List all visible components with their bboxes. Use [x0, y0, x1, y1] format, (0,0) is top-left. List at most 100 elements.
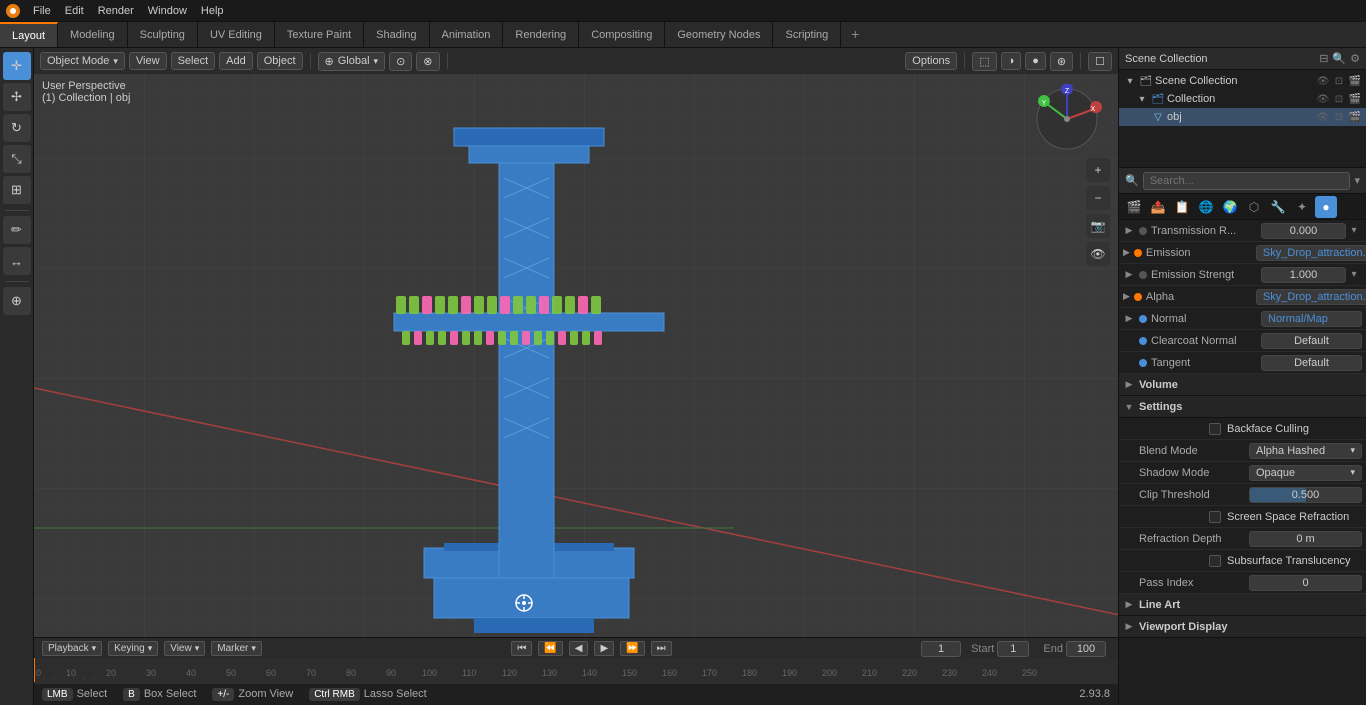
start-frame-input[interactable] — [997, 641, 1029, 657]
tab-animation[interactable]: Animation — [430, 22, 504, 47]
object-menu-btn[interactable]: Object — [257, 52, 303, 70]
properties-search-input[interactable] — [1143, 172, 1351, 190]
viewport-canvas[interactable] — [34, 48, 1118, 705]
emission-link[interactable]: Sky_Drop_attraction... — [1256, 245, 1366, 261]
props-output-icon[interactable]: 📤 — [1147, 196, 1169, 218]
coll-render-btn[interactable]: 🎬 — [1348, 92, 1362, 106]
outliner-settings-icon[interactable]: ⚙ — [1350, 52, 1360, 65]
select-menu-btn[interactable]: Select — [171, 52, 216, 70]
tab-scripting[interactable]: Scripting — [773, 22, 841, 47]
prev-keyframe-btn[interactable]: ⏪ — [538, 641, 562, 656]
menu-file[interactable]: File — [26, 3, 58, 19]
shadow-mode-select[interactable]: Opaque ▾ — [1249, 465, 1362, 481]
viewport-shading-material[interactable]: ● — [1025, 52, 1046, 70]
outliner-row-scene-collection[interactable]: ▾ 🗂 Scene Collection 👁 ⊡ 🎬 — [1119, 72, 1366, 90]
coll-select-btn[interactable]: ⊡ — [1332, 92, 1346, 106]
outliner-row-obj[interactable]: ▽ obj 👁 ⊡ 🎬 — [1119, 108, 1366, 126]
menu-render[interactable]: Render — [91, 3, 141, 19]
line-art-section-header[interactable]: ▶ Line Art — [1119, 594, 1366, 616]
settings-section-header[interactable]: ▼ Settings — [1119, 396, 1366, 418]
end-frame-input[interactable] — [1066, 641, 1106, 657]
tab-rendering[interactable]: Rendering — [503, 22, 579, 47]
restrict-select-btn[interactable]: ⊡ — [1332, 74, 1346, 88]
tab-compositing[interactable]: Compositing — [579, 22, 665, 47]
tool-annotate[interactable]: ✏ — [3, 216, 31, 244]
alpha-link[interactable]: Sky_Drop_attraction... — [1256, 289, 1366, 305]
tool-cursor[interactable]: ✛ — [3, 52, 31, 80]
clip-threshold-value[interactable]: 0.500 — [1249, 487, 1362, 503]
options-btn[interactable]: Options — [905, 52, 957, 70]
props-view-layer-icon[interactable]: 📋 — [1171, 196, 1193, 218]
view-menu-btn[interactable]: View — [129, 52, 167, 70]
subsurface-translucency-checkbox[interactable] — [1209, 555, 1221, 567]
viewport-shading-wire[interactable]: ⬚ — [972, 52, 996, 71]
emission-strength-value[interactable]: 1.000 — [1261, 267, 1346, 283]
tool-add-cube[interactable]: ⊕ — [3, 287, 31, 315]
normal-expand[interactable]: ▶ — [1123, 313, 1135, 325]
viewport-area[interactable]: Object Mode View Select Add Object ⊕ Glo… — [34, 48, 1118, 705]
props-material-icon[interactable]: ● — [1315, 196, 1337, 218]
keying-dropdown[interactable]: Keying — [108, 641, 158, 656]
xray-toggle[interactable]: ☐ — [1088, 52, 1112, 71]
proportional-btn[interactable]: ⊗ — [416, 52, 439, 71]
props-render-icon[interactable]: 🎬 — [1123, 196, 1145, 218]
menu-window[interactable]: Window — [141, 3, 194, 19]
transmission-expand[interactable]: ▶ — [1123, 225, 1135, 237]
tab-shading[interactable]: Shading — [364, 22, 429, 47]
jump-to-end-btn[interactable]: ⏭ — [651, 641, 672, 656]
viewport-eye[interactable]: 👁 — [1086, 242, 1110, 266]
refraction-depth-value[interactable]: 0 m — [1249, 531, 1362, 547]
next-keyframe-btn[interactable]: ⏩ — [620, 641, 644, 656]
transform-space-dropdown[interactable]: ⊕ Global — [318, 52, 386, 71]
props-particles-icon[interactable]: ✦ — [1291, 196, 1313, 218]
volume-section-header[interactable]: ▶ Volume — [1119, 374, 1366, 396]
marker-dropdown[interactable]: Marker — [211, 641, 262, 656]
snap-btn[interactable]: ⊙ — [389, 52, 412, 71]
outliner-search-icon[interactable]: 🔍 — [1332, 52, 1346, 65]
tab-modeling[interactable]: Modeling — [58, 22, 128, 47]
blend-mode-select[interactable]: Alpha Hashed ▾ — [1249, 443, 1362, 459]
playback-dropdown[interactable]: Playback — [42, 641, 102, 656]
obj-viewport-btn[interactable]: 👁 — [1316, 110, 1330, 124]
obj-select-btn[interactable]: ⊡ — [1332, 110, 1346, 124]
restrict-render-btn[interactable]: 🎬 — [1348, 74, 1362, 88]
emission-strength-expand[interactable]: ▶ — [1123, 269, 1135, 281]
coll-viewport-btn[interactable]: 👁 — [1316, 92, 1330, 106]
props-world-icon[interactable]: 🌍 — [1219, 196, 1241, 218]
pass-index-value[interactable]: 0 — [1249, 575, 1362, 591]
props-modifier-icon[interactable]: 🔧 — [1267, 196, 1289, 218]
props-object-icon[interactable]: ⬡ — [1243, 196, 1265, 218]
reverse-play-btn[interactable]: ◀ — [569, 641, 589, 656]
props-filter-btn[interactable]: ▾ — [1354, 174, 1360, 187]
tangent-value[interactable]: Default — [1261, 355, 1362, 371]
tool-measure[interactable]: ↔ — [3, 247, 31, 275]
normal-value[interactable]: Normal/Map — [1261, 311, 1362, 327]
navigation-gizmo[interactable]: X Y Z — [1032, 84, 1102, 154]
tab-uv-editing[interactable]: UV Editing — [198, 22, 275, 47]
emission-strength-extra[interactable]: ▾ — [1346, 269, 1362, 280]
viewport-zoom-in[interactable]: + — [1086, 158, 1110, 182]
current-frame-input[interactable] — [921, 641, 961, 657]
obj-render-btn[interactable]: 🎬 — [1348, 110, 1362, 124]
screen-space-refraction-checkbox[interactable] — [1209, 511, 1221, 523]
viewport-display-section-header[interactable]: ▶ Viewport Display — [1119, 616, 1366, 638]
tab-add-button[interactable]: + — [841, 22, 869, 47]
clearcoat-normal-value[interactable]: Default — [1261, 333, 1362, 349]
add-menu-btn[interactable]: Add — [219, 52, 253, 70]
tool-scale[interactable]: ⤡ — [3, 145, 31, 173]
timeline-ruler[interactable]: 0 10 20 30 40 50 60 70 80 90 100 110 120… — [34, 660, 1118, 684]
tool-rotate[interactable]: ↻ — [3, 114, 31, 142]
viewport-camera[interactable]: 📷 — [1086, 214, 1110, 238]
viewport-shading-solid[interactable]: ◑ — [1001, 52, 1022, 70]
props-scene-icon[interactable]: 🌐 — [1195, 196, 1217, 218]
play-btn[interactable]: ▶ — [594, 641, 614, 656]
tab-texture-paint[interactable]: Texture Paint — [275, 22, 364, 47]
viewport-zoom-out[interactable]: − — [1086, 186, 1110, 210]
jump-to-start-btn[interactable]: ⏮ — [511, 641, 532, 656]
menu-help[interactable]: Help — [194, 3, 231, 19]
tool-transform[interactable]: ⊞ — [3, 176, 31, 204]
restrict-viewport-btn[interactable]: 👁 — [1316, 74, 1330, 88]
transmission-value[interactable]: 0.000 — [1261, 223, 1346, 239]
tool-move[interactable]: ✢ — [3, 83, 31, 111]
menu-edit[interactable]: Edit — [58, 3, 91, 19]
